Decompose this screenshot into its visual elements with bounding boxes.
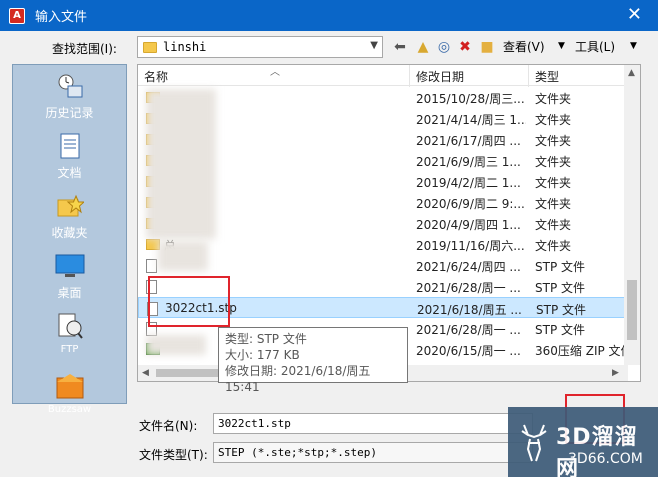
- autocad-app-icon: A: [9, 7, 25, 24]
- document-icon: [55, 131, 85, 161]
- row-type: 文件夹: [535, 176, 572, 190]
- row-type: STP 文件: [536, 303, 586, 317]
- row-date: 2021/6/9/周三 1...: [416, 155, 521, 169]
- row-date: 2021/4/14/周三 1...: [416, 113, 526, 127]
- place-label: Buzzsaw: [47, 404, 92, 415]
- filetype-select[interactable]: STEP (*.ste;*stp;*.step): [213, 442, 533, 463]
- table-row[interactable]: 2021/6/24/周四 ... STP 文件: [138, 255, 628, 276]
- places-bar: 历史记录 文档 收藏夹 桌面 FTP Buzzsaw: [12, 64, 127, 415]
- up-folder-icon[interactable]: ▲: [413, 37, 433, 57]
- row-date: 2021/6/28/周一 ...: [416, 281, 521, 295]
- row-date: 2020/6/15/周一 ...: [416, 344, 521, 358]
- column-header-type[interactable]: 类型: [535, 68, 559, 85]
- tools-menu[interactable]: 工具(L): [575, 38, 615, 55]
- tooltip-size: 大小: 177 KB: [225, 348, 300, 362]
- row-type: 文件夹: [535, 92, 572, 106]
- back-arrow-icon[interactable]: ⬅: [390, 37, 410, 57]
- place-documents[interactable]: 文档: [13, 131, 126, 181]
- scroll-right-icon[interactable]: ▶: [612, 368, 619, 378]
- delete-icon[interactable]: ✖: [455, 37, 475, 57]
- column-divider[interactable]: [528, 65, 529, 87]
- buzzsaw-icon: [55, 371, 85, 401]
- place-desktop[interactable]: 桌面: [13, 251, 126, 301]
- views-menu[interactable]: 查看(V): [503, 38, 545, 55]
- highlight-box-file: [148, 276, 230, 327]
- chevron-down-icon: ▼: [370, 40, 378, 51]
- place-label: 历史记录: [45, 106, 94, 120]
- favorites-icon: [55, 191, 85, 221]
- filename-label: 文件名(N):: [139, 419, 198, 433]
- blurred-region: [158, 241, 208, 271]
- watermark-logo: 3D溜溜网 3D66.COM: [508, 407, 658, 477]
- ftp-icon: [55, 311, 85, 341]
- filename-input[interactable]: 3022ct1.stp: [213, 413, 533, 434]
- lookin-label: 查找范围(I):: [52, 42, 117, 56]
- place-label: 文档: [57, 166, 82, 180]
- place-history[interactable]: 历史记录: [13, 71, 126, 121]
- lookin-dropdown[interactable]: linshi ▼: [137, 36, 383, 58]
- row-date: 2021/6/17/周四 ...: [416, 134, 521, 148]
- row-date: 2020/6/9/周二 9:...: [416, 197, 525, 211]
- window-title: 输入文件: [35, 10, 88, 25]
- scroll-up-icon[interactable]: ▲: [628, 68, 635, 78]
- tools-dropdown-icon[interactable]: ▼: [630, 41, 637, 51]
- row-type: 文件夹: [535, 239, 572, 253]
- title-bar: A 输入文件 ✕: [0, 0, 658, 31]
- filetype-label: 文件类型(T):: [139, 448, 208, 462]
- place-favorites[interactable]: 收藏夹: [13, 191, 126, 241]
- row-date: 2021/6/18/周五 ...: [417, 303, 522, 317]
- file-icon: [146, 259, 158, 276]
- row-type: 文件夹: [535, 113, 572, 127]
- place-label: 桌面: [57, 286, 82, 300]
- row-date: 2019/11/16/周六...: [416, 239, 525, 253]
- lookin-value: linshi: [163, 40, 207, 54]
- vertical-scroll-thumb[interactable]: [627, 280, 637, 340]
- history-icon: [55, 71, 85, 101]
- folder-icon: [143, 41, 157, 53]
- watermark-main: 3D溜溜网: [556, 425, 638, 477]
- place-buzzsaw[interactable]: Buzzsaw: [13, 371, 126, 415]
- row-date: 2020/4/9/周四 1...: [416, 218, 521, 232]
- views-dropdown-icon[interactable]: ▼: [558, 41, 565, 51]
- new-folder-icon[interactable]: ■: [477, 37, 497, 57]
- row-type: 360压缩 ZIP 文件: [535, 344, 630, 358]
- vertical-scrollbar[interactable]: ▲: [624, 65, 640, 365]
- row-date: 2015/10/28/周三...: [416, 92, 525, 106]
- place-label: FTP: [60, 344, 79, 355]
- row-type: STP 文件: [535, 281, 585, 295]
- desktop-icon: [55, 251, 85, 281]
- scroll-left-icon[interactable]: ◀: [142, 368, 149, 378]
- search-web-icon[interactable]: ◎: [434, 37, 454, 57]
- deer-logo-icon: [521, 424, 547, 462]
- row-type: 文件夹: [535, 155, 572, 169]
- tooltip-date: 修改日期: 2021/6/18/周五 15:41: [225, 364, 371, 394]
- column-divider[interactable]: [409, 65, 410, 87]
- row-type: STP 文件: [535, 260, 585, 274]
- row-type: 文件夹: [535, 218, 572, 232]
- row-type: 文件夹: [535, 197, 572, 211]
- close-icon[interactable]: ✕: [627, 4, 642, 25]
- row-type: 文件夹: [535, 134, 572, 148]
- row-type: STP 文件: [535, 323, 585, 337]
- row-date: 2021/6/24/周四 ...: [416, 260, 521, 274]
- watermark-sub: 3D66.COM: [568, 451, 643, 467]
- row-date: 2019/4/2/周二 1...: [416, 176, 521, 190]
- place-label: 收藏夹: [51, 226, 88, 240]
- column-header-name[interactable]: 名称: [144, 68, 168, 85]
- sort-up-icon: ︿: [270, 67, 280, 78]
- column-header-modified[interactable]: 修改日期: [416, 68, 464, 85]
- column-header-row: 名称 ︿ 修改日期 类型: [138, 65, 628, 87]
- tooltip-type: 类型: STP 文件: [225, 332, 307, 346]
- blurred-region: [146, 89, 216, 239]
- row-date: 2021/6/28/周一 ...: [416, 323, 521, 337]
- file-info-tooltip: 类型: STP 文件 大小: 177 KB 修改日期: 2021/6/18/周五…: [218, 327, 408, 394]
- place-ftp[interactable]: FTP: [13, 311, 126, 355]
- blurred-region: [146, 335, 206, 355]
